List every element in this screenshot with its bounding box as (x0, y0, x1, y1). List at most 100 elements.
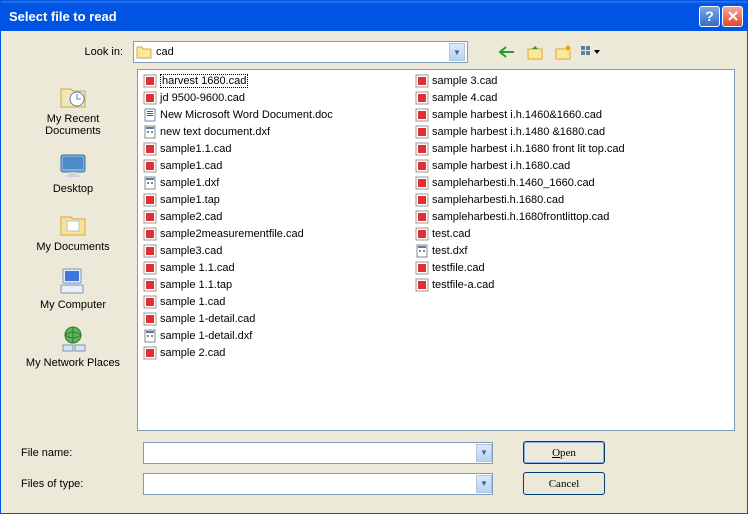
file-item[interactable]: testfile.cad (412, 259, 692, 276)
folder-icon (136, 45, 152, 59)
file-item[interactable]: sample 1-detail.dxf (140, 327, 412, 344)
cad-file-icon (142, 345, 158, 360)
up-one-level-button[interactable] (524, 41, 546, 63)
file-item[interactable]: sample2measurementfile.cad (140, 225, 412, 242)
help-button[interactable]: ? (699, 6, 720, 27)
file-item[interactable]: sample 4.cad (412, 89, 692, 106)
cad-file-icon (142, 311, 158, 326)
file-name-label: sample 3.cad (432, 75, 497, 87)
file-name-label: sample harbest i.h.1460&1660.cad (432, 109, 602, 121)
cad-file-icon (414, 209, 430, 224)
cad-file-icon (414, 192, 430, 207)
file-name-label: sample 2.cad (160, 347, 225, 359)
dxf-file-icon (142, 175, 158, 190)
file-item[interactable]: sampleharbesti.h.1680.cad (412, 191, 692, 208)
file-item[interactable]: jd 9500-9600.cad (140, 89, 412, 106)
files-of-type-label: Files of type: (13, 478, 143, 490)
my-documents-icon (57, 207, 89, 239)
file-item[interactable]: sample 3.cad (412, 72, 692, 89)
doc-file-icon (142, 107, 158, 122)
places-bar: My Recent Documents Desktop My Documents (13, 69, 133, 431)
file-name-label: sample 1.cad (160, 296, 225, 308)
file-item[interactable]: sample1.1.cad (140, 140, 412, 157)
cad-file-icon (142, 73, 158, 88)
file-item[interactable]: New Microsoft Word Document.doc (140, 106, 412, 123)
file-item[interactable]: sample 1-detail.cad (140, 310, 412, 327)
file-item[interactable]: sample2.cad (140, 208, 412, 225)
place-desktop[interactable]: Desktop (23, 145, 123, 201)
cad-file-icon (142, 294, 158, 309)
cad-file-icon (414, 226, 430, 241)
file-item[interactable]: sample1.tap (140, 191, 412, 208)
file-name-label: sample harbest i.h.1680 front lit top.ca… (432, 143, 625, 155)
look-in-combo[interactable]: cad ▼ (133, 41, 468, 63)
files-of-type-combo[interactable]: ▼ (143, 473, 493, 495)
file-item[interactable]: sample 1.1.tap (140, 276, 412, 293)
chevron-down-icon[interactable]: ▼ (476, 475, 492, 493)
back-button[interactable] (496, 41, 518, 63)
cad-file-icon (414, 73, 430, 88)
file-name-label: sample2measurementfile.cad (160, 228, 304, 240)
file-item[interactable]: sample1.dxf (140, 174, 412, 191)
cad-file-icon (142, 192, 158, 207)
cad-file-icon (142, 209, 158, 224)
cad-file-icon (142, 277, 158, 292)
file-item[interactable]: sampleharbesti.h.1680frontlittop.cad (412, 208, 692, 225)
file-name-label: testfile-a.cad (432, 279, 494, 291)
file-name-label: sample 4.cad (432, 92, 497, 104)
file-item[interactable]: sample 1.1.cad (140, 259, 412, 276)
file-name-label: sampleharbesti.h.1680.cad (432, 194, 564, 206)
dxf-file-icon (142, 124, 158, 139)
file-item[interactable]: new text document.dxf (140, 123, 412, 140)
file-item[interactable]: sample 2.cad (140, 344, 412, 361)
file-name-label: testfile.cad (432, 262, 485, 274)
cad-file-icon (414, 90, 430, 105)
file-name-label: sample1.1.cad (160, 143, 232, 155)
file-item[interactable]: sample harbest i.h.1680 front lit top.ca… (412, 140, 692, 157)
file-open-dialog: Select file to read ? Look in: cad ▼ (0, 0, 748, 514)
view-menu-button[interactable] (580, 41, 602, 63)
place-my-network-places[interactable]: My Network Places (23, 319, 123, 375)
cad-file-icon (142, 90, 158, 105)
cad-file-icon (142, 226, 158, 241)
file-name-label: sampleharbesti.h.1460_1660.cad (432, 177, 595, 189)
file-name-label: sample 1.1.tap (160, 279, 232, 291)
file-name-label: sample2.cad (160, 211, 222, 223)
open-button[interactable]: Open (523, 441, 605, 464)
cad-file-icon (414, 277, 430, 292)
my-computer-icon (57, 265, 89, 297)
file-item[interactable]: sample 1.cad (140, 293, 412, 310)
cad-file-icon (414, 107, 430, 122)
cancel-button[interactable]: Cancel (523, 472, 605, 495)
file-list-pane[interactable]: harvest 1680.cadjd 9500-9600.cadNew Micr… (137, 69, 735, 431)
cad-file-icon (142, 158, 158, 173)
file-name-label: File name: (13, 447, 143, 459)
place-recent-documents[interactable]: My Recent Documents (23, 75, 123, 143)
chevron-down-icon[interactable]: ▼ (476, 444, 492, 462)
file-item[interactable]: harvest 1680.cad (140, 72, 412, 89)
file-item[interactable]: sample harbest i.h.1680.cad (412, 157, 692, 174)
file-item[interactable]: sample3.cad (140, 242, 412, 259)
look-in-value: cad (156, 46, 449, 58)
file-item[interactable]: sample1.cad (140, 157, 412, 174)
file-item[interactable]: testfile-a.cad (412, 276, 692, 293)
file-item[interactable]: sample harbest i.h.1480 &1680.cad (412, 123, 692, 140)
new-folder-button[interactable] (552, 41, 574, 63)
file-item[interactable]: test.dxf (412, 242, 692, 259)
file-name-input[interactable]: ▼ (143, 442, 493, 464)
dxf-file-icon (414, 243, 430, 258)
file-item[interactable]: sample harbest i.h.1460&1660.cad (412, 106, 692, 123)
cad-file-icon (414, 124, 430, 139)
close-button[interactable] (722, 6, 743, 27)
chevron-down-icon[interactable]: ▼ (449, 43, 465, 61)
file-name-label: harvest 1680.cad (160, 74, 248, 88)
dxf-file-icon (142, 328, 158, 343)
cad-file-icon (142, 141, 158, 156)
file-name-label: sample 1-detail.cad (160, 313, 255, 325)
place-my-computer[interactable]: My Computer (23, 261, 123, 317)
desktop-icon (57, 149, 89, 181)
file-name-label: new text document.dxf (160, 126, 270, 138)
place-my-documents[interactable]: My Documents (23, 203, 123, 259)
file-item[interactable]: test.cad (412, 225, 692, 242)
file-item[interactable]: sampleharbesti.h.1460_1660.cad (412, 174, 692, 191)
